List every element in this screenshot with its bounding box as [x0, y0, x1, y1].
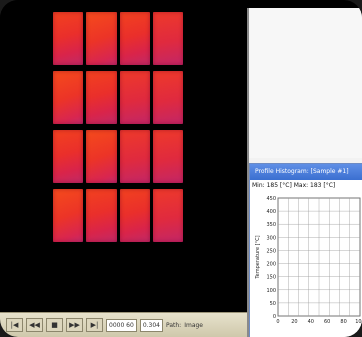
plot-min-max-info: Min: 185 [°C] Max: 183 [°C]	[250, 180, 362, 192]
solar-cell	[119, 12, 150, 65]
y-axis-label: Temperature [°C]	[255, 235, 261, 279]
solar-cell	[86, 71, 117, 124]
path-label: Path:	[166, 321, 182, 329]
solar-cell	[86, 130, 117, 183]
x-tick-label: 100	[355, 319, 362, 325]
fast-forward-button[interactable]: ▶▶	[66, 318, 83, 332]
y-tick-label: 150	[266, 275, 276, 281]
stop-button[interactable]: ■	[46, 318, 63, 332]
solar-cell-grid	[53, 12, 183, 242]
y-tick-label: 50	[270, 301, 276, 307]
playback-toolbar: |◀ ◀◀ ■ ▶▶ ▶| 0000 60 0.304 Path: Image	[0, 312, 250, 337]
y-tick-label: 350	[266, 222, 276, 228]
profile-plot-window[interactable]: Profile Histogram: [Sample #1] Min: 185 …	[249, 163, 362, 337]
x-tick-label: 40	[308, 319, 314, 325]
y-tick-label: 250	[266, 248, 276, 254]
path-value[interactable]: Image	[184, 322, 203, 329]
solar-cell	[53, 130, 84, 183]
solar-cell	[53, 71, 84, 124]
first-frame-button[interactable]: |◀	[6, 318, 23, 332]
solar-cell	[119, 71, 150, 124]
side-panel: Profile Histogram: [Sample #1] Min: 185 …	[247, 8, 362, 337]
solar-cell	[53, 189, 84, 242]
solar-cell	[152, 71, 183, 124]
x-tick-label: 60	[324, 319, 330, 325]
rewind-button[interactable]: ◀◀	[26, 318, 43, 332]
solar-cell	[152, 189, 183, 242]
x-tick-label: 80	[340, 319, 346, 325]
y-tick-label: 100	[266, 288, 276, 294]
y-tick-label: 300	[266, 235, 276, 241]
y-tick-label: 200	[266, 262, 276, 268]
app-window: |◀ ◀◀ ■ ▶▶ ▶| 0000 60 0.304 Path: Image …	[0, 0, 362, 337]
y-tick-label: 450	[266, 196, 276, 202]
x-tick-label: 0	[276, 319, 279, 325]
y-tick-label: 400	[266, 209, 276, 215]
solar-cell	[86, 12, 117, 65]
empty-panel-area	[249, 8, 362, 158]
solar-cell	[53, 12, 84, 65]
solar-cell	[152, 130, 183, 183]
solar-cell	[152, 12, 183, 65]
solar-cell	[86, 189, 117, 242]
value-field[interactable]: 0.304	[139, 318, 163, 332]
last-frame-button[interactable]: ▶|	[86, 318, 103, 332]
plot-window-title[interactable]: Profile Histogram: [Sample #1]	[250, 164, 362, 180]
solar-cell	[119, 130, 150, 183]
profile-plot: 450400350300250200150100500020406080100T…	[255, 196, 362, 325]
x-tick-label: 20	[291, 319, 297, 325]
solar-cell	[119, 189, 150, 242]
frame-number-field[interactable]: 0000 60	[106, 318, 137, 332]
thermal-image-pane[interactable]	[0, 0, 247, 312]
